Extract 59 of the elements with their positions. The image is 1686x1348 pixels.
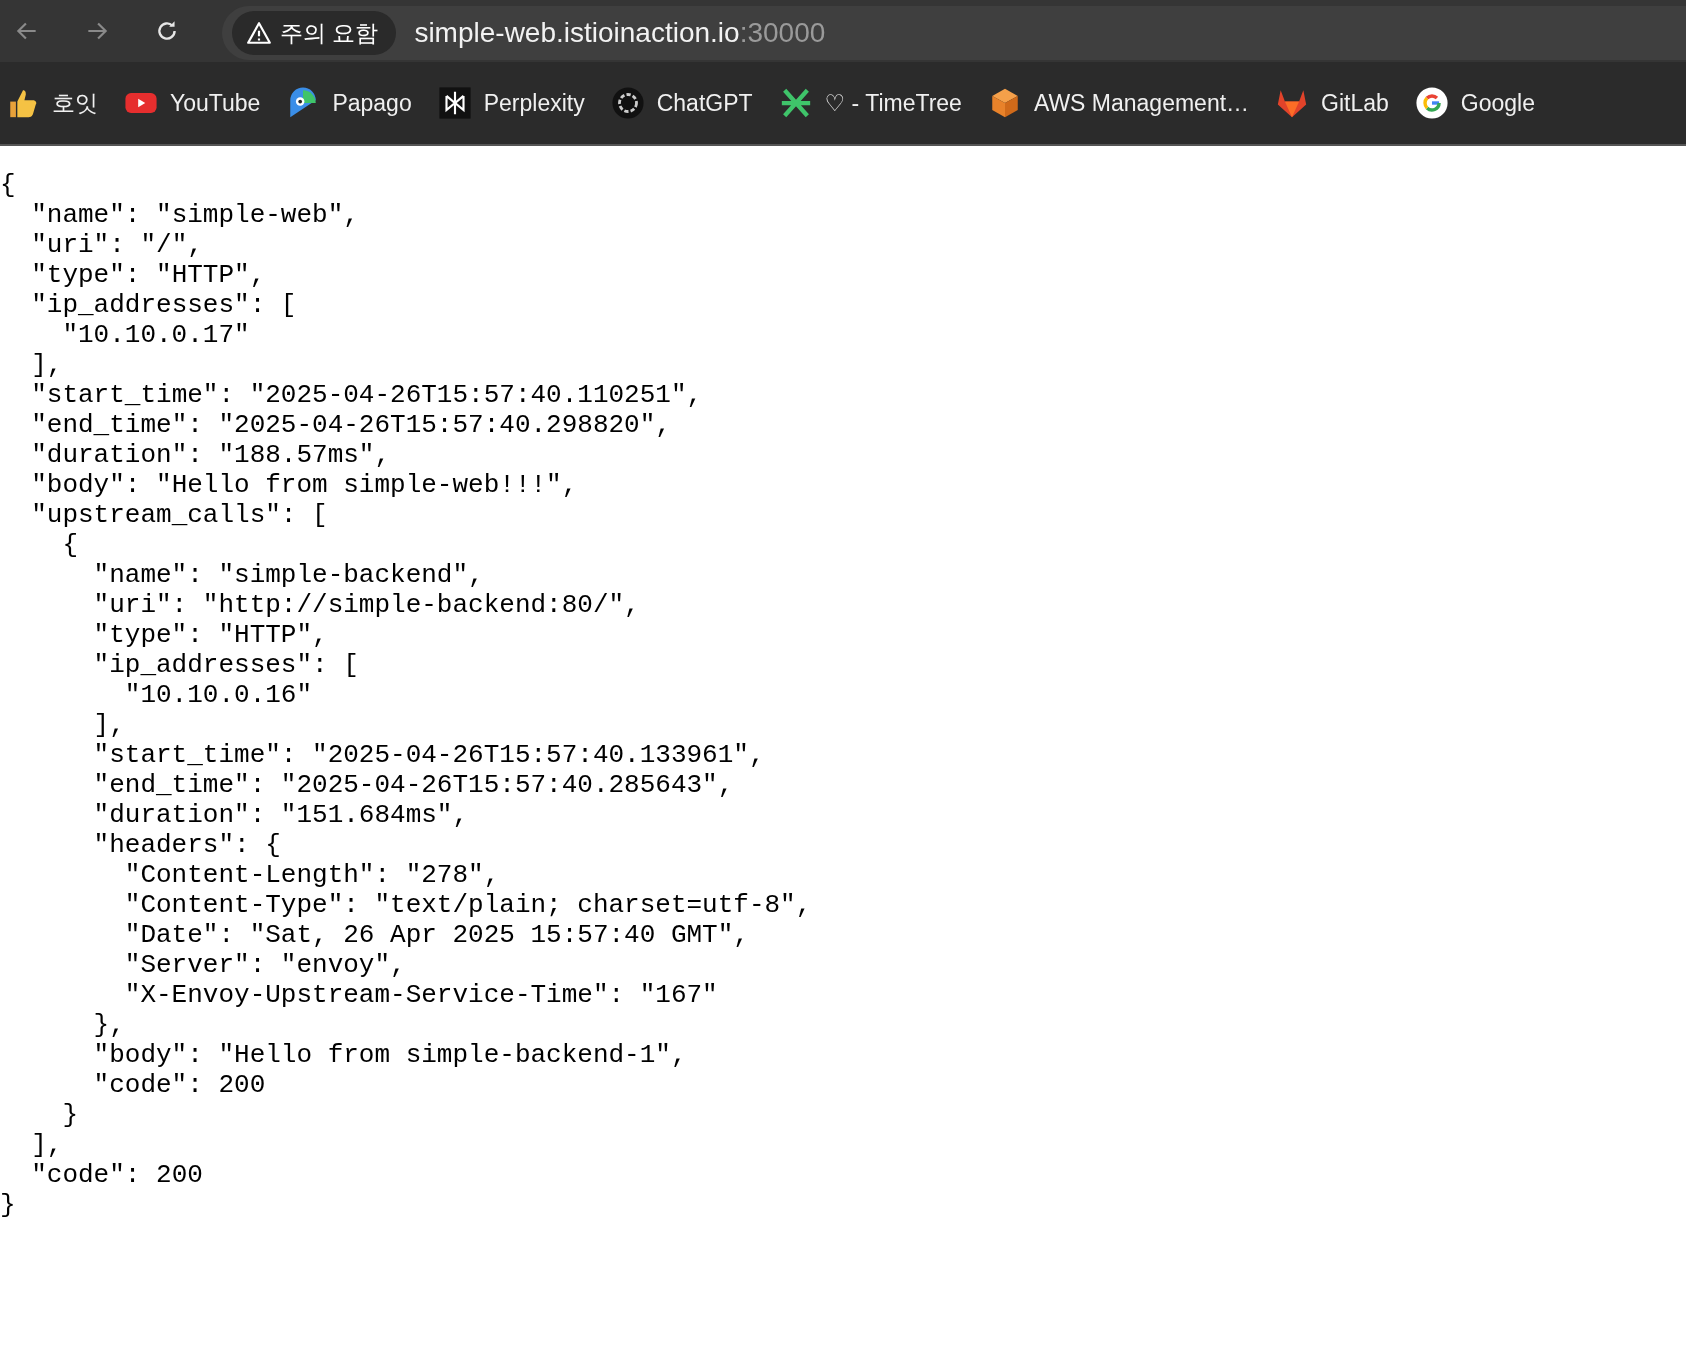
- json-line: {: [0, 170, 16, 200]
- bookmark[interactable]: AWS Management…: [987, 80, 1258, 126]
- json-line: "name": "simple-web",: [31, 200, 359, 230]
- json-line: }: [0, 1190, 16, 1220]
- json-line: "ip_addresses": [: [31, 290, 297, 320]
- security-warning-label: 주의 요함: [280, 18, 379, 48]
- json-line: "upstream_calls": [: [31, 500, 328, 530]
- bookmark[interactable]: YouTube: [124, 80, 269, 126]
- json-line: {: [62, 530, 78, 560]
- bookmark-label: ChatGPT: [656, 89, 753, 117]
- bookmark-label: Papago: [332, 89, 412, 117]
- bookmark[interactable]: ChatGPT: [610, 80, 761, 126]
- json-line: "duration": "151.684ms",: [93, 800, 469, 830]
- bookmark-label: YouTube: [170, 89, 261, 117]
- bookmark-label: GitLab: [1321, 89, 1389, 117]
- bookmark[interactable]: GitLab: [1275, 80, 1397, 126]
- json-line: "uri": "/",: [31, 230, 203, 260]
- json-line: ],: [31, 350, 63, 380]
- json-line: "duration": "188.57ms",: [31, 440, 391, 470]
- security-chip[interactable]: 주의 요함: [232, 11, 397, 55]
- json-line: "ip_addresses": [: [93, 650, 359, 680]
- json-line: ],: [93, 710, 125, 740]
- json-line: "code": 200: [31, 1160, 203, 1190]
- google-g-icon: [1414, 86, 1449, 120]
- json-line: "code": 200: [93, 1070, 266, 1100]
- json-line: "body": "Hello from simple-web!!!",: [31, 470, 578, 500]
- json-line: "type": "HTTP",: [31, 260, 266, 290]
- address-bar[interactable]: 주의 요함 simple-web.istioinaction.io:30000: [222, 6, 1686, 60]
- bookmark[interactable]: ♡ - TimeTree: [778, 80, 970, 126]
- json-line: "end_time": "2025-04-26T15:57:40.285643",: [93, 770, 734, 800]
- bookmark[interactable]: Perplexity: [437, 80, 593, 126]
- json-line: "start_time": "2025-04-26T15:57:40.110251",: [31, 380, 703, 410]
- json-line: }: [62, 1100, 78, 1130]
- url-text: simple-web.istioinaction.io:30000: [414, 17, 826, 49]
- json-line: "end_time": "2025-04-26T15:57:40.298820",: [31, 410, 671, 440]
- json-line: "name": "simple-backend",: [93, 560, 484, 590]
- json-line: "headers": {: [93, 830, 281, 860]
- json-line: },: [93, 1010, 125, 1040]
- json-line: "Content-Type": "text/plain; charset=utf-8",: [124, 890, 812, 920]
- json-line: "10.10.0.16": [124, 680, 313, 710]
- warning-icon: [246, 20, 272, 46]
- json-line: "10.10.0.17": [62, 320, 250, 350]
- bookmark-label: ♡ - TimeTree: [824, 89, 962, 117]
- bookmark-label: 호잇: [52, 88, 98, 118]
- bookmark-label: Perplexity: [483, 89, 585, 117]
- json-line: "uri": "http://simple-backend:80/",: [93, 590, 640, 620]
- bookmark-label: Google: [1460, 89, 1536, 117]
- json-line: "Date": "Sat, 26 Apr 2025 15:57:40 GMT",: [124, 920, 749, 950]
- json-line: ],: [31, 1130, 63, 1160]
- bookmark[interactable]: Papago: [286, 80, 420, 126]
- json-line: "start_time": "2025-04-26T15:57:40.133961",: [93, 740, 765, 770]
- bookmark-label: AWS Management…: [1033, 89, 1250, 117]
- bookmark[interactable]: 호잇: [6, 80, 106, 126]
- json-line: "Content-Length": "278",: [124, 860, 500, 890]
- json-line: "X-Envoy-Upstream-Service-Time": "167": [124, 980, 718, 1010]
- json-line: "body": "Hello from simple-backend-1",: [93, 1040, 687, 1070]
- json-line: "Server": "envoy",: [124, 950, 406, 980]
- bookmark[interactable]: Google: [1414, 80, 1544, 126]
- json-line: "type": "HTTP",: [93, 620, 328, 650]
